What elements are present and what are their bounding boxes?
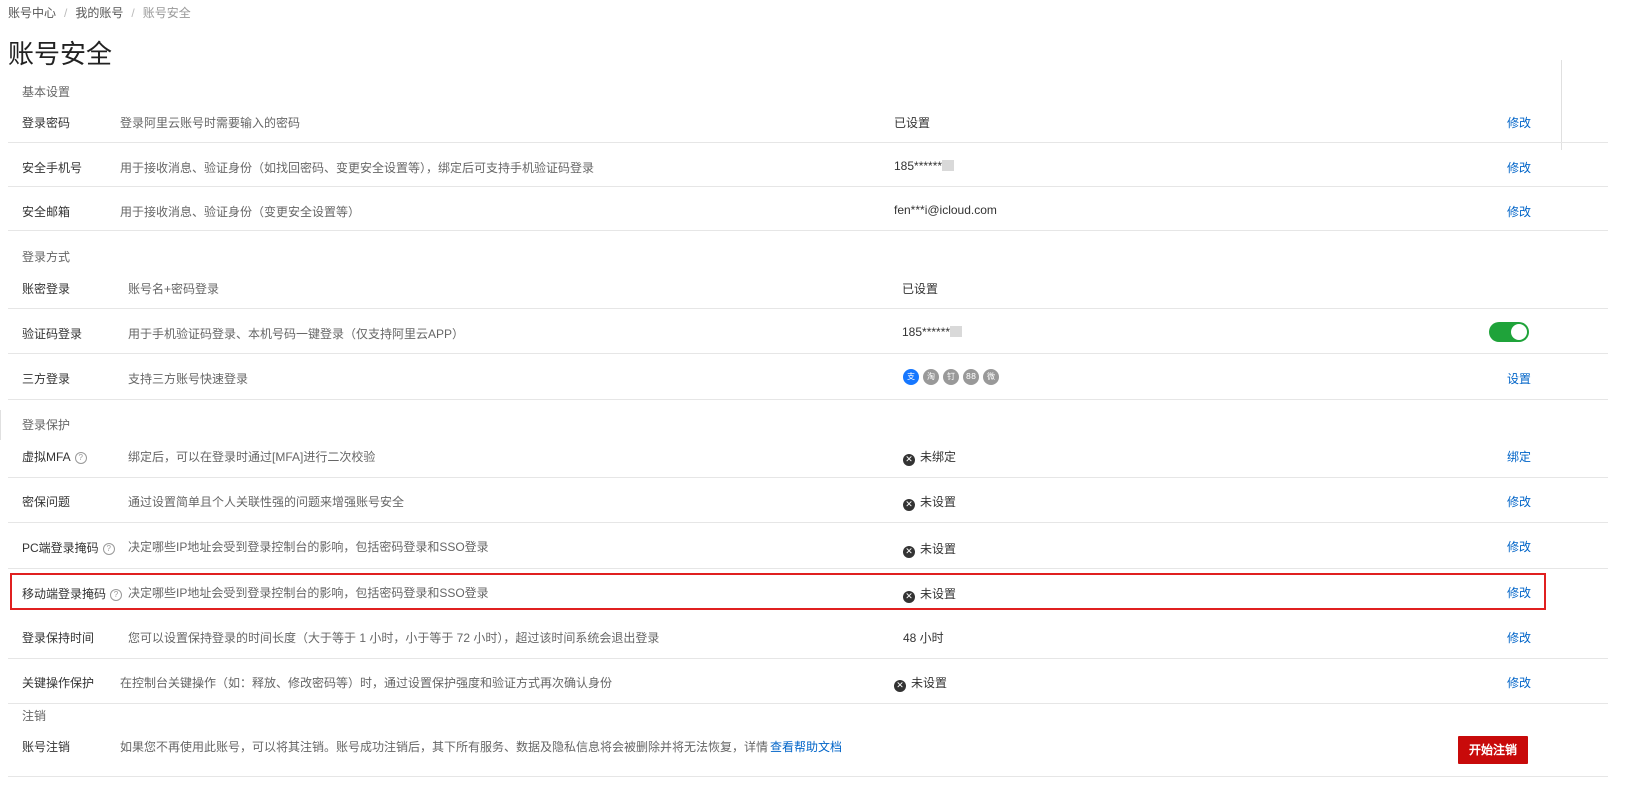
row-divider (8, 230, 1608, 231)
row-status: fen***i@icloud.com (894, 203, 997, 217)
row-security-email: 安全邮箱 用于接收消息、验证身份（变更安全设置等） fen***i@icloud… (8, 187, 1608, 231)
row-status: ✕ 未设置 (903, 540, 956, 558)
row-label: 安全邮箱 (22, 205, 71, 219)
row-label: 安全手机号 (22, 161, 83, 175)
row-critical-op-protect: 关键操作保护 在控制台关键操作（如：释放、修改密码等）时，通过设置保护强度和验证… (8, 659, 1608, 704)
row-status: 185****** (894, 159, 955, 173)
row-divider (8, 399, 1608, 400)
masked-phone: 185****** (902, 325, 951, 339)
status-text: 未设置 (920, 495, 957, 509)
breadcrumb-account-center[interactable]: 账号中心 (8, 4, 56, 21)
row-security-phone: 安全手机号 用于接收消息、验证身份（如找回密码、变更安全设置等），绑定后可支持手… (8, 143, 1608, 187)
modify-session-link[interactable]: 修改 (1507, 629, 1531, 646)
row-description: 用于接收消息、验证身份（变更安全设置等） (120, 205, 361, 219)
section-cancel: 注销 (22, 709, 47, 723)
row-virtual-mfa: 虚拟MFA? 绑定后，可以在登录时通过[MFA]进行二次校验 ✕ 未绑定 绑定 (8, 433, 1608, 478)
close-circle-icon: ✕ (903, 546, 915, 558)
section-login-protect: 登录保护 (22, 418, 71, 432)
modify-email-link[interactable]: 修改 (1507, 203, 1531, 220)
breadcrumb: 账号中心 / 我的账号 / 账号安全 (8, 4, 191, 21)
row-description: 决定哪些IP地址会受到登录控制台的影响，包括密码登录和SSO登录 (128, 540, 489, 554)
cancel-description: 如果您不再使用此账号，可以将其注销。账号成功注销后，其下所有服务、数据及隐私信息… (120, 740, 769, 754)
row-third-party-login: 三方登录 支持三方账号快速登录 支 淘 钉 88 微 设置 (8, 354, 1608, 400)
taobao-icon[interactable]: 淘 (923, 369, 939, 385)
row-status: 已设置 (894, 116, 931, 130)
row-pc-login-mask: PC端登录掩码? 决定哪些IP地址会受到登录控制台的影响，包括密码登录和SSO登… (8, 523, 1608, 569)
breadcrumb-separator: / (64, 5, 68, 20)
row-status: 48 小时 (903, 631, 944, 645)
row-status: ✕ 未绑定 (903, 448, 956, 466)
help-icon[interactable]: ? (102, 543, 115, 555)
row-label-text: 虚拟MFA (22, 450, 71, 464)
row-status: ✕ 未设置 (894, 674, 947, 692)
row-status: 185****** (902, 325, 963, 339)
row-description: 支持三方账号快速登录 (128, 372, 249, 386)
sms-login-toggle[interactable] (1489, 322, 1529, 342)
close-circle-icon: ✕ (903, 454, 915, 466)
weibo-icon[interactable]: 微 (983, 369, 999, 385)
row-login-password: 登录密码 登录阿里云账号时需要输入的密码 已设置 修改 (8, 99, 1608, 143)
toggle-knob (1511, 324, 1527, 340)
status-text: 未绑定 (920, 450, 957, 464)
status-text: 未设置 (911, 676, 948, 690)
row-label: 虚拟MFA? (22, 448, 87, 465)
row-status: 已设置 (902, 282, 939, 296)
row-description: 通过设置简单且个人关联性强的问题来增强账号安全 (128, 495, 405, 509)
breadcrumb-my-account[interactable]: 我的账号 (75, 4, 123, 21)
modify-critical-op-link[interactable]: 修改 (1507, 674, 1531, 691)
row-label-text: PC端登录掩码 (22, 541, 99, 555)
row-status: ✕ 未设置 (903, 493, 956, 511)
row-label: PC端登录掩码? (22, 539, 115, 556)
row-label: 三方登录 (22, 372, 71, 386)
row-label: 登录保持时间 (22, 631, 95, 645)
breadcrumb-current: 账号安全 (142, 6, 191, 20)
masked-phone: 185****** (894, 159, 943, 173)
row-description: 绑定后，可以在登录时通过[MFA]进行二次校验 (128, 450, 376, 464)
row-sms-login: 验证码登录 用于手机验证码登录、本机号码一键登录（仅支持阿里云APP） 185*… (8, 309, 1608, 354)
modify-phone-link[interactable]: 修改 (1507, 159, 1531, 176)
row-cancel-account: 账号注销 如果您不再使用此账号，可以将其注销。账号成功注销后，其下所有服务、数据… (8, 723, 1608, 777)
redaction-mask (950, 326, 963, 337)
row-password-login: 账密登录 账号名+密码登录 已设置 (8, 264, 1608, 309)
row-divider (8, 703, 1608, 704)
help-doc-link[interactable]: 查看帮助文档 (770, 740, 842, 754)
row-description: 用于手机验证码登录、本机号码一键登录（仅支持阿里云APP） (128, 327, 465, 341)
row-description: 如果您不再使用此账号，可以将其注销。账号成功注销后，其下所有服务、数据及隐私信息… (120, 738, 842, 755)
alipay-icon[interactable]: 支 (903, 369, 919, 385)
row-label: 验证码登录 (22, 327, 83, 341)
help-icon[interactable]: ? (74, 452, 87, 464)
section-basic-settings: 基本设置 (22, 85, 71, 99)
row-label: 账号注销 (22, 740, 71, 754)
bind-mfa-link[interactable]: 绑定 (1507, 448, 1531, 465)
row-label: 密保问题 (22, 495, 71, 509)
row-security-question: 密保问题 通过设置简单且个人关联性强的问题来增强账号安全 ✕ 未设置 修改 (8, 478, 1608, 523)
row-label: 账密登录 (22, 282, 71, 296)
row-description: 您可以设置保持登录的时间长度（大于等于 1 小时，小于等于 72 小时），超过该… (128, 631, 660, 645)
left-divider (0, 410, 1, 440)
third-party-icons: 支 淘 钉 88 微 (903, 369, 999, 385)
row-label: 登录密码 (22, 116, 71, 130)
breadcrumb-separator: / (131, 5, 135, 20)
section-login-method: 登录方式 (22, 250, 71, 264)
highlight-box (10, 573, 1546, 610)
1688-icon[interactable]: 88 (963, 369, 979, 385)
close-circle-icon: ✕ (894, 680, 906, 692)
redaction-mask (942, 160, 955, 171)
dingtalk-icon[interactable]: 钉 (943, 369, 959, 385)
row-description: 登录阿里云账号时需要输入的密码 (120, 116, 301, 130)
start-cancel-button[interactable]: 开始注销 (1458, 736, 1528, 764)
row-description: 账号名+密码登录 (128, 282, 220, 296)
row-description: 用于接收消息、验证身份（如找回密码、变更安全设置等），绑定后可支持手机验证码登录 (120, 161, 595, 175)
close-circle-icon: ✕ (903, 499, 915, 511)
row-label: 关键操作保护 (22, 676, 95, 690)
row-description: 在控制台关键操作（如：释放、修改密码等）时，通过设置保护强度和验证方式再次确认身… (120, 676, 613, 690)
status-text: 未设置 (920, 542, 957, 556)
row-session-duration: 登录保持时间 您可以设置保持登录的时间长度（大于等于 1 小时，小于等于 72 … (8, 614, 1608, 659)
modify-pc-mask-link[interactable]: 修改 (1507, 538, 1531, 555)
page-title: 账号安全 (8, 39, 113, 69)
modify-question-link[interactable]: 修改 (1507, 493, 1531, 510)
third-party-settings-link[interactable]: 设置 (1507, 370, 1531, 387)
modify-password-link[interactable]: 修改 (1507, 114, 1531, 131)
row-divider (8, 776, 1608, 777)
